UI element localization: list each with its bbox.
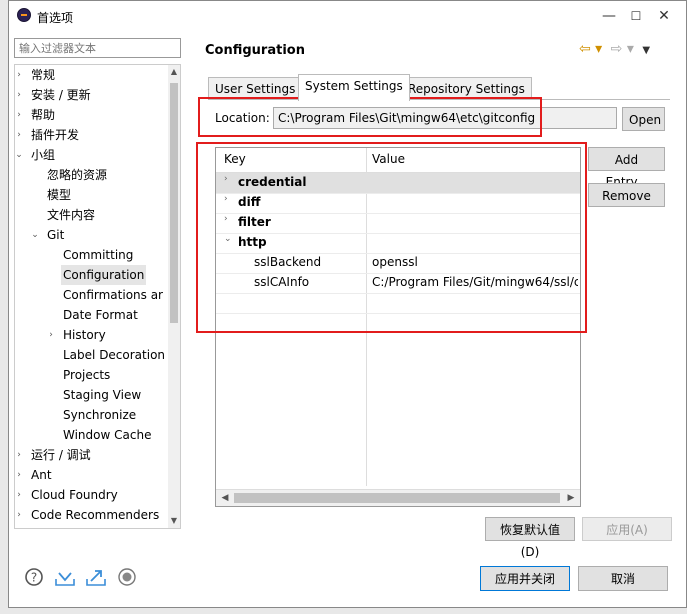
tree-scrollbar[interactable]: ▲ ▼ — [168, 65, 180, 528]
scroll-right-icon[interactable]: ▶ — [564, 490, 578, 506]
tree-item[interactable]: 文件内容 — [45, 205, 97, 225]
tree-item[interactable]: 运行 / 调试 — [29, 445, 93, 465]
import-tray-icon — [55, 572, 75, 586]
remove-button[interactable]: Remove — [588, 183, 665, 207]
restore-defaults-button[interactable]: 恢复默认值(D) — [485, 517, 575, 559]
cancel-button[interactable]: 取消 — [578, 566, 668, 591]
export-tray-icon — [86, 570, 106, 586]
tree-expand-icon[interactable]: › — [15, 65, 25, 85]
minimize-button[interactable]: — — [594, 5, 624, 27]
tree-item[interactable]: 常规 — [29, 65, 57, 85]
tree-item[interactable]: 小组 — [29, 145, 57, 165]
table-hscroll-thumb[interactable] — [234, 493, 560, 503]
tree-item[interactable]: Date Format — [61, 305, 140, 325]
tab-system-settings[interactable]: System Settings — [298, 74, 410, 101]
forward-icon[interactable]: ⇨ ▾ — [611, 41, 634, 57]
open-button[interactable]: Open — [622, 107, 665, 131]
back-icon[interactable]: ⇦ ▾ — [579, 41, 602, 57]
scroll-down-icon[interactable]: ▼ — [168, 514, 180, 528]
preferences-tree: ▲ ▼ › 常规 › 安装 / 更新 › 帮助 › 插件开发 ⌄ 小组 忽略的资源 模型 文件内容 ⌄ Gi… — [14, 64, 181, 529]
export-icon[interactable] — [85, 567, 106, 587]
tree-item[interactable]: 帮助 — [29, 105, 57, 125]
add-entry-button[interactable]: Add Entry... — [588, 147, 665, 189]
tree-expand-icon[interactable]: › — [15, 465, 25, 485]
tree-item[interactable]: Staging View — [61, 385, 143, 405]
help-circle-icon: ? — [25, 568, 43, 586]
highlight-table-box — [196, 142, 587, 333]
maximize-button[interactable]: ☐ — [621, 5, 651, 27]
filter-input[interactable] — [14, 38, 181, 58]
window-title: 首选项 — [37, 11, 74, 25]
tree-expand-icon[interactable]: › — [15, 505, 25, 525]
tree-expand-icon[interactable]: ⌄ — [29, 225, 41, 245]
preferences-window: 首选项 — ☐ ✕ ▲ ▼ ›常规›安装 / 更新›帮助›插件开发⌄小组忽略的资… — [8, 0, 687, 608]
title-bar: 首选项 — ☐ ✕ — [9, 1, 686, 31]
tree-expand-icon[interactable]: ⌄ — [15, 145, 25, 165]
tree-item[interactable]: 安装 / 更新 — [29, 85, 93, 105]
tree-expand-icon[interactable]: › — [15, 105, 25, 125]
page-nav: ⇦ ▾ ⇨ ▾ ▼ — [579, 41, 650, 57]
tree-item[interactable]: Cloud Foundry — [29, 485, 120, 505]
tree-item[interactable]: Configuration — [61, 265, 147, 285]
eclipse-app-icon — [17, 8, 31, 22]
tree-item[interactable]: 忽略的资源 — [45, 165, 109, 185]
view-menu-icon[interactable]: ▼ — [642, 45, 650, 56]
tree-item[interactable]: 模型 — [45, 185, 73, 205]
svg-text:?: ? — [31, 571, 37, 585]
tree-item[interactable]: Window Cache — [61, 425, 153, 445]
tree-item[interactable]: Projects — [61, 365, 112, 385]
apply-and-close-button[interactable]: 应用并关闭 — [480, 566, 570, 591]
tree-item[interactable]: Committing — [61, 245, 135, 265]
tree-item[interactable]: Ant — [29, 465, 54, 485]
scroll-left-icon[interactable]: ◀ — [218, 490, 232, 506]
record-circle-icon — [118, 568, 136, 586]
tree-expand-icon[interactable]: › — [15, 485, 25, 505]
tree-expand-icon[interactable]: › — [15, 125, 25, 145]
tree-expand-icon[interactable]: › — [15, 445, 25, 465]
record-icon[interactable] — [117, 567, 137, 587]
tree-item[interactable]: Synchronize — [61, 405, 138, 425]
apply-button[interactable]: 应用(A) — [582, 517, 672, 541]
highlight-location-box — [198, 97, 542, 137]
tree-scroll-thumb[interactable] — [170, 83, 178, 323]
tree-item[interactable]: Label Decoration — [61, 345, 167, 365]
page-title: Configuration — [205, 43, 305, 58]
scroll-up-icon[interactable]: ▲ — [168, 65, 180, 79]
tree-expand-icon[interactable]: › — [45, 325, 57, 345]
tree-item[interactable]: Confirmations ar — [61, 285, 165, 305]
table-hscrollbar[interactable]: ◀ ▶ — [216, 489, 580, 506]
tree-item[interactable]: Git — [45, 225, 66, 245]
tree-item[interactable]: History — [61, 325, 108, 345]
tree-item[interactable]: Code Recommenders — [29, 505, 161, 525]
import-icon[interactable] — [54, 567, 75, 587]
tree-expand-icon[interactable]: › — [15, 85, 25, 105]
close-button[interactable]: ✕ — [649, 5, 679, 27]
help-icon[interactable]: ? — [24, 567, 44, 587]
tree-item[interactable]: 插件开发 — [29, 125, 81, 145]
